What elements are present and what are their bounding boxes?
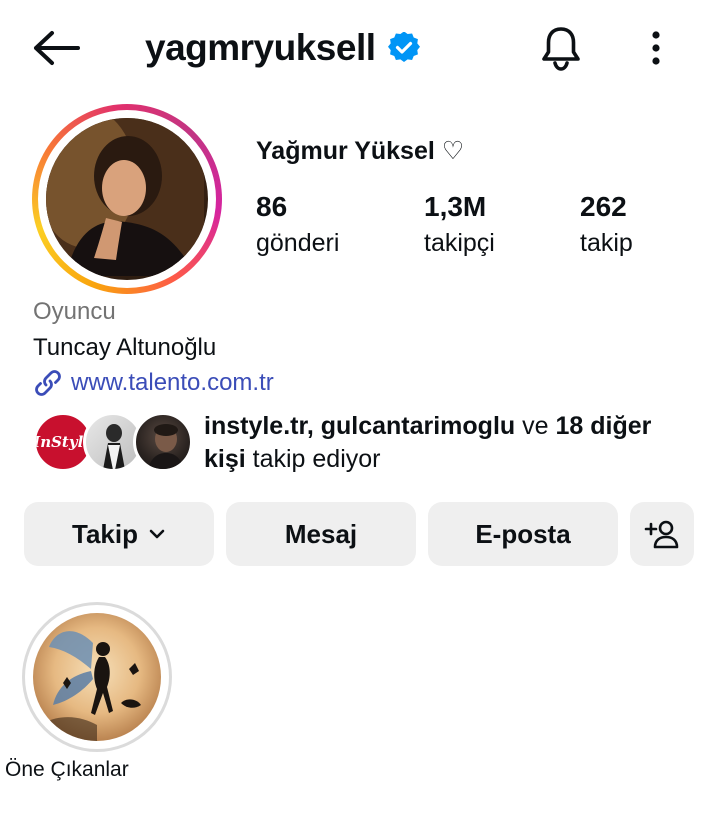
followed-by-text: instyle.tr, gulcantarimoglu ve 18 diğer … — [204, 410, 674, 476]
profile-header: yagmryuksell — [0, 0, 720, 96]
following-label: takip — [580, 229, 633, 257]
followed-by-suffix: takip ediyor — [245, 445, 381, 473]
posts-count: 86 — [256, 191, 288, 222]
profile-avatar — [46, 118, 208, 280]
highlight-label: Öne Çıkanlar — [5, 758, 129, 781]
stat-posts: 86 gönderi — [256, 190, 339, 260]
following-count: 262 — [580, 191, 627, 222]
followers-count: 1,3M — [424, 191, 487, 222]
profile-page: yagmryuksell Yağmur Yüksel ♡ 86 gönderi … — [0, 0, 720, 828]
message-button[interactable]: Mesaj — [226, 502, 416, 566]
follower-avatar-3 — [133, 412, 193, 472]
notifications-button[interactable] — [536, 22, 586, 74]
profile-link[interactable]: www.talento.com.tr — [33, 368, 274, 398]
profile-full-name: Yağmur Yüksel ♡ — [256, 137, 465, 165]
followed-by-names: instyle.tr, gulcantarimoglu — [204, 412, 516, 440]
highlight-ring — [22, 602, 172, 752]
chevron-down-icon — [148, 528, 166, 540]
bell-icon — [542, 27, 580, 71]
username-title[interactable]: yagmryuksell — [145, 24, 420, 72]
more-options-button[interactable] — [638, 24, 674, 72]
stat-followers[interactable]: 1,3M takipçi — [424, 190, 495, 260]
verified-badge-icon — [387, 32, 420, 64]
highlight-cover — [33, 613, 161, 741]
message-button-label: Mesaj — [284, 518, 358, 549]
arrow-left-icon — [34, 31, 80, 65]
profile-category: Oyuncu — [33, 298, 116, 325]
email-button-label: E-posta — [475, 518, 571, 549]
suggested-users-button[interactable] — [630, 502, 694, 566]
username: yagmryuksell — [145, 27, 376, 68]
posts-label: gönderi — [256, 229, 340, 257]
add-user-icon — [644, 520, 679, 549]
more-vertical-icon — [652, 31, 660, 65]
following-button-label: Takip — [72, 518, 138, 549]
followers-label: takipçi — [424, 229, 495, 257]
profile-bio: Tuncay Altunoğlu — [33, 334, 217, 361]
story-highlight[interactable] — [22, 602, 172, 752]
following-button[interactable]: Takip — [24, 502, 214, 566]
profile-link-text: www.talento.com.tr — [71, 369, 274, 396]
back-button[interactable] — [30, 26, 82, 70]
followed-by-section[interactable]: InStyle instyle.tr, gulcantarimoglu ve 1… — [33, 410, 693, 476]
link-icon — [35, 370, 61, 396]
followed-by-avatars: InStyle — [33, 412, 193, 474]
profile-avatar-story-ring[interactable] — [32, 104, 222, 294]
followed-by-connector: ve — [515, 412, 556, 440]
stat-following[interactable]: 262 takip — [580, 190, 633, 260]
email-button[interactable]: E-posta — [428, 502, 618, 566]
